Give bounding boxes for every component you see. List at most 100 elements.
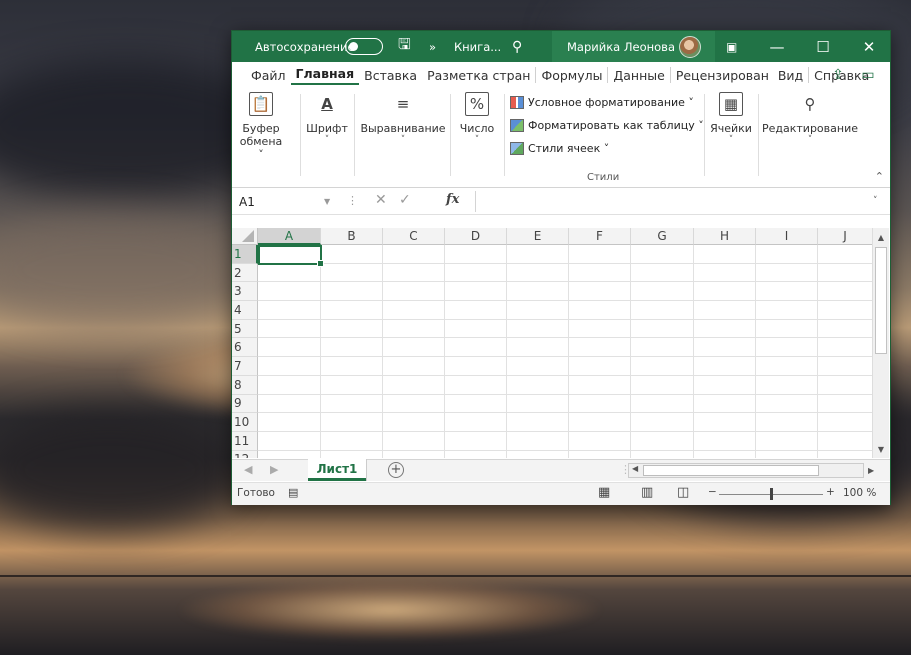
column-header[interactable]: G	[631, 228, 694, 245]
grid-cell[interactable]	[445, 394, 507, 414]
row-header[interactable]: 9	[232, 394, 258, 414]
horizontal-scrollbar[interactable]: ◀	[628, 463, 864, 478]
grid-cell[interactable]	[569, 357, 631, 376]
row-header[interactable]: 3	[232, 282, 258, 302]
grid-cell[interactable]	[321, 375, 383, 395]
column-header[interactable]: H	[694, 228, 756, 245]
row-header[interactable]: 2	[232, 263, 258, 283]
grid-cell[interactable]	[694, 282, 756, 302]
grid-cell[interactable]	[694, 413, 756, 432]
column-header[interactable]: A	[258, 228, 321, 245]
grid-cell[interactable]	[818, 282, 872, 302]
grid-cell[interactable]	[694, 375, 756, 395]
column-header[interactable]: E	[507, 228, 569, 245]
page-break-view-icon[interactable]: ◫	[677, 485, 689, 500]
row-header[interactable]: 7	[232, 357, 258, 376]
zoom-in-button[interactable]: +	[826, 486, 835, 498]
grid-cell[interactable]	[507, 357, 569, 376]
grid-cell[interactable]	[569, 413, 631, 432]
grid-cell[interactable]	[818, 338, 872, 358]
formula-input[interactable]	[475, 191, 865, 212]
grid-cell[interactable]	[445, 375, 507, 395]
tab-insert[interactable]: Вставка	[359, 68, 422, 83]
row-header[interactable]: 1	[232, 245, 258, 264]
font-group[interactable]: A Шрифт ˅	[304, 92, 350, 145]
name-box[interactable]: A1	[236, 192, 336, 212]
grid-cell[interactable]	[383, 375, 445, 395]
scroll-down-icon[interactable]: ▼	[873, 441, 889, 457]
row-header[interactable]: 11	[232, 431, 258, 451]
vertical-scrollbar[interactable]: ▲ ▼	[872, 228, 889, 458]
grid-cell[interactable]	[321, 413, 383, 432]
grid-cell[interactable]	[258, 263, 321, 283]
grid-cell[interactable]	[507, 245, 569, 264]
grid-cell[interactable]	[383, 413, 445, 432]
grid-cell[interactable]	[321, 263, 383, 283]
grid-cell[interactable]	[756, 245, 818, 264]
grid-cell[interactable]	[258, 338, 321, 358]
tab-data[interactable]: Данные	[608, 68, 669, 83]
user-avatar[interactable]	[679, 31, 701, 62]
ribbon-display-options-icon[interactable]: ▣	[726, 31, 737, 62]
tab-home[interactable]: Главная	[290, 66, 360, 85]
grid-cell[interactable]	[507, 450, 569, 458]
row-header[interactable]: 10	[232, 413, 258, 432]
collapse-ribbon-icon[interactable]: ⌃	[875, 170, 884, 183]
grid-cell[interactable]	[507, 413, 569, 432]
grid-cell[interactable]	[258, 375, 321, 395]
tab-review[interactable]: Рецензирован	[671, 68, 773, 83]
row-header[interactable]: 4	[232, 301, 258, 320]
grid-cell[interactable]	[507, 431, 569, 451]
grid-cell[interactable]	[569, 375, 631, 395]
scroll-tabs-right-icon[interactable]: ▶	[270, 463, 278, 476]
grid-cell[interactable]	[258, 413, 321, 432]
grid-cell[interactable]	[694, 338, 756, 358]
grid-cell[interactable]	[694, 357, 756, 376]
grid-cell[interactable]	[258, 282, 321, 302]
grid-cell[interactable]	[507, 375, 569, 395]
tab-page-layout[interactable]: Разметка стран	[422, 68, 535, 83]
grid-cell[interactable]	[321, 338, 383, 358]
grid-cell[interactable]	[569, 338, 631, 358]
number-group[interactable]: % Число ˅	[454, 92, 500, 145]
grid-cell[interactable]	[569, 263, 631, 283]
grid-cell[interactable]	[445, 431, 507, 451]
grid-cell[interactable]	[756, 338, 818, 358]
row-header[interactable]: 8	[232, 375, 258, 395]
grid-cell[interactable]	[383, 338, 445, 358]
grid-cell[interactable]	[383, 245, 445, 264]
grid-cell[interactable]	[383, 301, 445, 320]
grid-cell[interactable]	[507, 301, 569, 320]
select-all-corner[interactable]	[232, 228, 258, 245]
grid-cell[interactable]	[383, 357, 445, 376]
grid-cell[interactable]	[818, 264, 872, 283]
format-as-table-button[interactable]: Форматировать как таблицу ˅	[510, 119, 704, 132]
grid-cell[interactable]	[756, 413, 818, 432]
more-commands-button[interactable]: »	[429, 31, 436, 62]
grid-cell[interactable]	[258, 394, 321, 414]
grid-cell[interactable]	[631, 245, 694, 264]
grid-cell[interactable]	[631, 375, 694, 395]
grid-cell[interactable]	[694, 319, 756, 339]
grid-cell[interactable]	[569, 282, 631, 302]
row-header[interactable]: 5	[232, 319, 258, 339]
grid-cell[interactable]	[756, 319, 818, 339]
grid-cell[interactable]	[321, 301, 383, 320]
grid-cell[interactable]	[756, 431, 818, 451]
grid-cell[interactable]	[756, 450, 818, 458]
scroll-tabs-left-icon[interactable]: ◀	[244, 463, 252, 476]
grid-cell[interactable]	[258, 357, 321, 376]
autosave-toggle[interactable]	[345, 31, 383, 62]
scroll-up-icon[interactable]: ▲	[873, 229, 889, 245]
worksheet-grid[interactable]: A B C D E F G H I J 123456789101112	[232, 228, 872, 458]
tab-formulas[interactable]: Формулы	[536, 68, 607, 83]
horizontal-scroll-thumb[interactable]	[643, 465, 819, 476]
zoom-slider-knob[interactable]	[770, 488, 773, 500]
macro-record-icon[interactable]: ▤	[288, 486, 298, 499]
grid-cell[interactable]	[507, 263, 569, 283]
tab-view[interactable]: Вид	[773, 68, 808, 83]
grid-cell[interactable]	[445, 413, 507, 432]
grid-cell[interactable]	[631, 301, 694, 320]
expand-formula-bar-icon[interactable]: ˅	[873, 196, 878, 206]
grid-cell[interactable]	[818, 413, 872, 432]
